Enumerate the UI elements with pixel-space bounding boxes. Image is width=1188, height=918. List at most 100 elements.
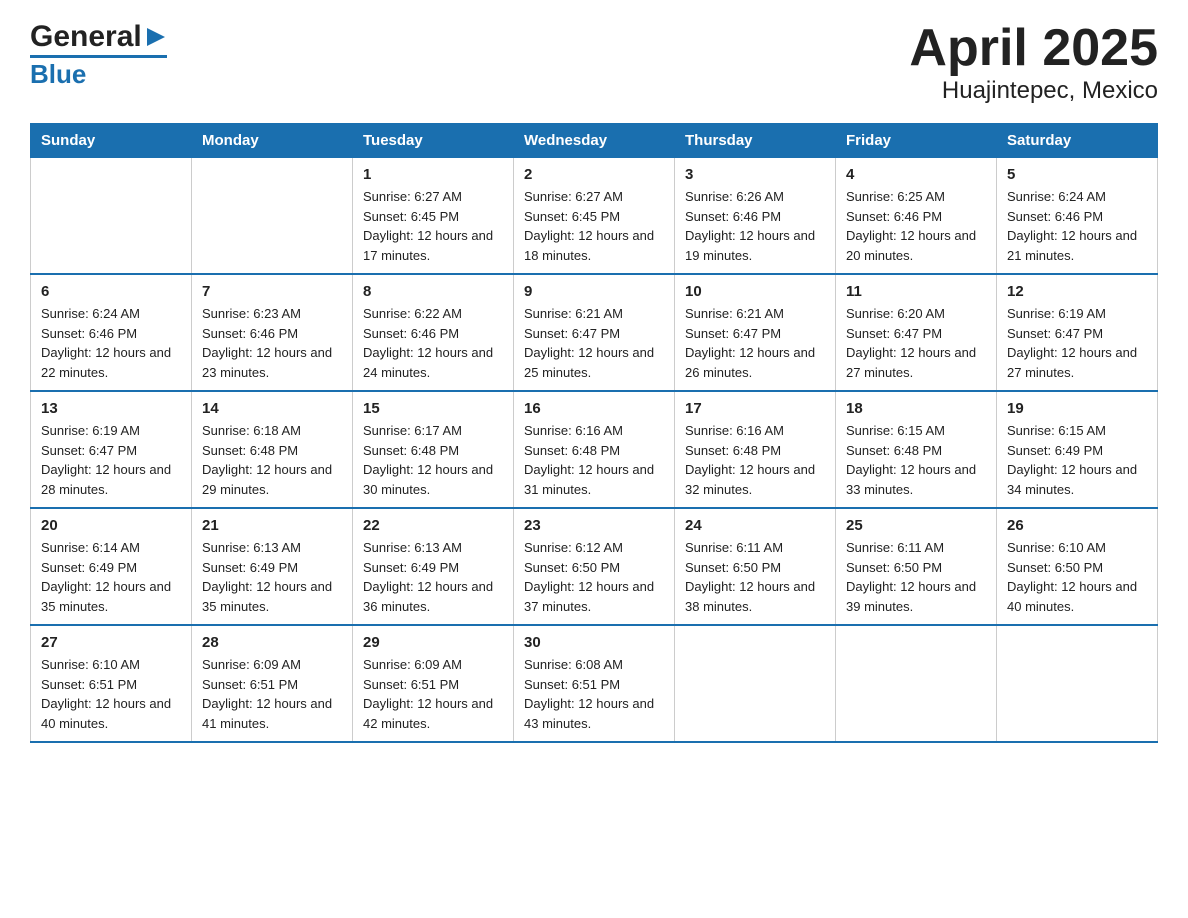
day-number: 18 (846, 400, 986, 417)
day-number: 23 (524, 517, 664, 534)
table-row: 23 Sunrise: 6:12 AMSunset: 6:50 PMDayligh… (514, 508, 675, 625)
logo: General Blue (30, 20, 167, 90)
table-row: 28 Sunrise: 6:09 AMSunset: 6:51 PMDayligh… (192, 625, 353, 742)
day-number: 25 (846, 517, 986, 534)
table-row (836, 625, 997, 742)
day-number: 8 (363, 283, 503, 300)
table-row: 10Sunrise: 6:21 AMSunset: 6:47 PMDayligh… (675, 274, 836, 391)
col-wednesday: Wednesday (514, 124, 675, 158)
calendar-week-row: 13 Sunrise: 6:19 AMSunset: 6:47 PMDayligh… (31, 391, 1158, 508)
col-friday: Friday (836, 124, 997, 158)
day-number: 30 (524, 634, 664, 651)
col-sunday: Sunday (31, 124, 192, 158)
day-number: 28 (202, 634, 342, 651)
day-number: 16 (524, 400, 664, 417)
table-row: 3 Sunrise: 6:26 AMSunset: 6:46 PMDaylight… (675, 158, 836, 275)
col-thursday: Thursday (675, 124, 836, 158)
day-info: Sunrise: 6:19 AMSunset: 6:47 PMDaylight:… (41, 423, 171, 497)
logo-arrow-icon (145, 26, 167, 53)
day-number: 17 (685, 400, 825, 417)
table-row: 9 Sunrise: 6:21 AMSunset: 6:47 PMDaylight… (514, 274, 675, 391)
table-row: 19 Sunrise: 6:15 AMSunset: 6:49 PMDayligh… (997, 391, 1158, 508)
day-info: Sunrise: 6:20 AMSunset: 6:47 PMDaylight:… (846, 306, 976, 380)
day-number: 12 (1007, 283, 1147, 300)
day-number: 20 (41, 517, 181, 534)
table-row: 29 Sunrise: 6:09 AMSunset: 6:51 PMDayligh… (353, 625, 514, 742)
logo-general-text: General (30, 20, 142, 54)
day-info: Sunrise: 6:15 AMSunset: 6:49 PMDaylight:… (1007, 423, 1137, 497)
logo-divider (30, 55, 167, 58)
day-number: 24 (685, 517, 825, 534)
day-info: Sunrise: 6:13 AMSunset: 6:49 PMDaylight:… (363, 540, 493, 614)
page-header: General Blue April 2025 Huajintepec, Mex… (30, 20, 1158, 105)
day-number: 14 (202, 400, 342, 417)
table-row: 8 Sunrise: 6:22 AMSunset: 6:46 PMDaylight… (353, 274, 514, 391)
day-number: 26 (1007, 517, 1147, 534)
table-row: 7Sunrise: 6:23 AMSunset: 6:46 PMDaylight… (192, 274, 353, 391)
day-info: Sunrise: 6:10 AMSunset: 6:50 PMDaylight:… (1007, 540, 1137, 614)
table-row: 2Sunrise: 6:27 AMSunset: 6:45 PMDaylight… (514, 158, 675, 275)
table-row: 18 Sunrise: 6:15 AMSunset: 6:48 PMDayligh… (836, 391, 997, 508)
day-number: 5 (1007, 166, 1147, 183)
day-info: Sunrise: 6:11 AMSunset: 6:50 PMDaylight:… (685, 540, 815, 614)
table-row: 17 Sunrise: 6:16 AMSunset: 6:48 PMDayligh… (675, 391, 836, 508)
day-number: 27 (41, 634, 181, 651)
day-info: Sunrise: 6:14 AMSunset: 6:49 PMDaylight:… (41, 540, 171, 614)
day-info: Sunrise: 6:09 AMSunset: 6:51 PMDaylight:… (363, 657, 493, 731)
day-number: 3 (685, 166, 825, 183)
day-info: Sunrise: 6:21 AMSunset: 6:47 PMDaylight:… (524, 306, 654, 380)
day-info: Sunrise: 6:11 AMSunset: 6:50 PMDaylight:… (846, 540, 976, 614)
day-info: Sunrise: 6:24 AMSunset: 6:46 PMDaylight:… (41, 306, 171, 380)
table-row (31, 158, 192, 275)
table-row: 6Sunrise: 6:24 AMSunset: 6:46 PMDaylight… (31, 274, 192, 391)
day-info: Sunrise: 6:25 AMSunset: 6:46 PMDaylight:… (846, 189, 976, 263)
page-title: April 2025 (909, 20, 1158, 77)
day-info: Sunrise: 6:12 AMSunset: 6:50 PMDaylight:… (524, 540, 654, 614)
day-number: 1 (363, 166, 503, 183)
day-info: Sunrise: 6:09 AMSunset: 6:51 PMDaylight:… (202, 657, 332, 731)
day-number: 9 (524, 283, 664, 300)
table-row: 16 Sunrise: 6:16 AMSunset: 6:48 PMDayligh… (514, 391, 675, 508)
day-info: Sunrise: 6:27 AMSunset: 6:45 PMDaylight:… (363, 189, 493, 263)
calendar-week-row: 27 Sunrise: 6:10 AMSunset: 6:51 PMDayligh… (31, 625, 1158, 742)
table-row: 14 Sunrise: 6:18 AMSunset: 6:48 PMDayligh… (192, 391, 353, 508)
table-row: 13 Sunrise: 6:19 AMSunset: 6:47 PMDayligh… (31, 391, 192, 508)
day-info: Sunrise: 6:24 AMSunset: 6:46 PMDaylight:… (1007, 189, 1137, 263)
day-info: Sunrise: 6:23 AMSunset: 6:46 PMDaylight:… (202, 306, 332, 380)
day-number: 2 (524, 166, 664, 183)
col-saturday: Saturday (997, 124, 1158, 158)
day-number: 29 (363, 634, 503, 651)
day-info: Sunrise: 6:19 AMSunset: 6:47 PMDaylight:… (1007, 306, 1137, 380)
day-info: Sunrise: 6:13 AMSunset: 6:49 PMDaylight:… (202, 540, 332, 614)
day-info: Sunrise: 6:26 AMSunset: 6:46 PMDaylight:… (685, 189, 815, 263)
day-info: Sunrise: 6:22 AMSunset: 6:46 PMDaylight:… (363, 306, 493, 380)
day-info: Sunrise: 6:16 AMSunset: 6:48 PMDaylight:… (524, 423, 654, 497)
table-row: 30 Sunrise: 6:08 AMSunset: 6:51 PMDayligh… (514, 625, 675, 742)
day-number: 13 (41, 400, 181, 417)
day-number: 19 (1007, 400, 1147, 417)
calendar-week-row: 1 Sunrise: 6:27 AMSunset: 6:45 PMDaylight… (31, 158, 1158, 275)
table-row: 27 Sunrise: 6:10 AMSunset: 6:51 PMDayligh… (31, 625, 192, 742)
table-row (192, 158, 353, 275)
table-row: 1 Sunrise: 6:27 AMSunset: 6:45 PMDaylight… (353, 158, 514, 275)
table-row: 21Sunrise: 6:13 AMSunset: 6:49 PMDayligh… (192, 508, 353, 625)
table-row: 24 Sunrise: 6:11 AMSunset: 6:50 PMDayligh… (675, 508, 836, 625)
calendar-week-row: 6Sunrise: 6:24 AMSunset: 6:46 PMDaylight… (31, 274, 1158, 391)
day-number: 4 (846, 166, 986, 183)
page-subtitle: Huajintepec, Mexico (909, 77, 1158, 105)
day-number: 10 (685, 283, 825, 300)
table-row (675, 625, 836, 742)
table-row: 12 Sunrise: 6:19 AMSunset: 6:47 PMDayligh… (997, 274, 1158, 391)
table-row: 11Sunrise: 6:20 AMSunset: 6:47 PMDayligh… (836, 274, 997, 391)
day-info: Sunrise: 6:15 AMSunset: 6:48 PMDaylight:… (846, 423, 976, 497)
day-number: 15 (363, 400, 503, 417)
table-row: 22Sunrise: 6:13 AMSunset: 6:49 PMDayligh… (353, 508, 514, 625)
calendar-week-row: 20 Sunrise: 6:14 AMSunset: 6:49 PMDayligh… (31, 508, 1158, 625)
day-info: Sunrise: 6:08 AMSunset: 6:51 PMDaylight:… (524, 657, 654, 731)
day-info: Sunrise: 6:18 AMSunset: 6:48 PMDaylight:… (202, 423, 332, 497)
col-tuesday: Tuesday (353, 124, 514, 158)
table-row: 15Sunrise: 6:17 AMSunset: 6:48 PMDayligh… (353, 391, 514, 508)
day-info: Sunrise: 6:10 AMSunset: 6:51 PMDaylight:… (41, 657, 171, 731)
calendar-table: Sunday Monday Tuesday Wednesday Thursday… (30, 123, 1158, 743)
day-info: Sunrise: 6:16 AMSunset: 6:48 PMDaylight:… (685, 423, 815, 497)
